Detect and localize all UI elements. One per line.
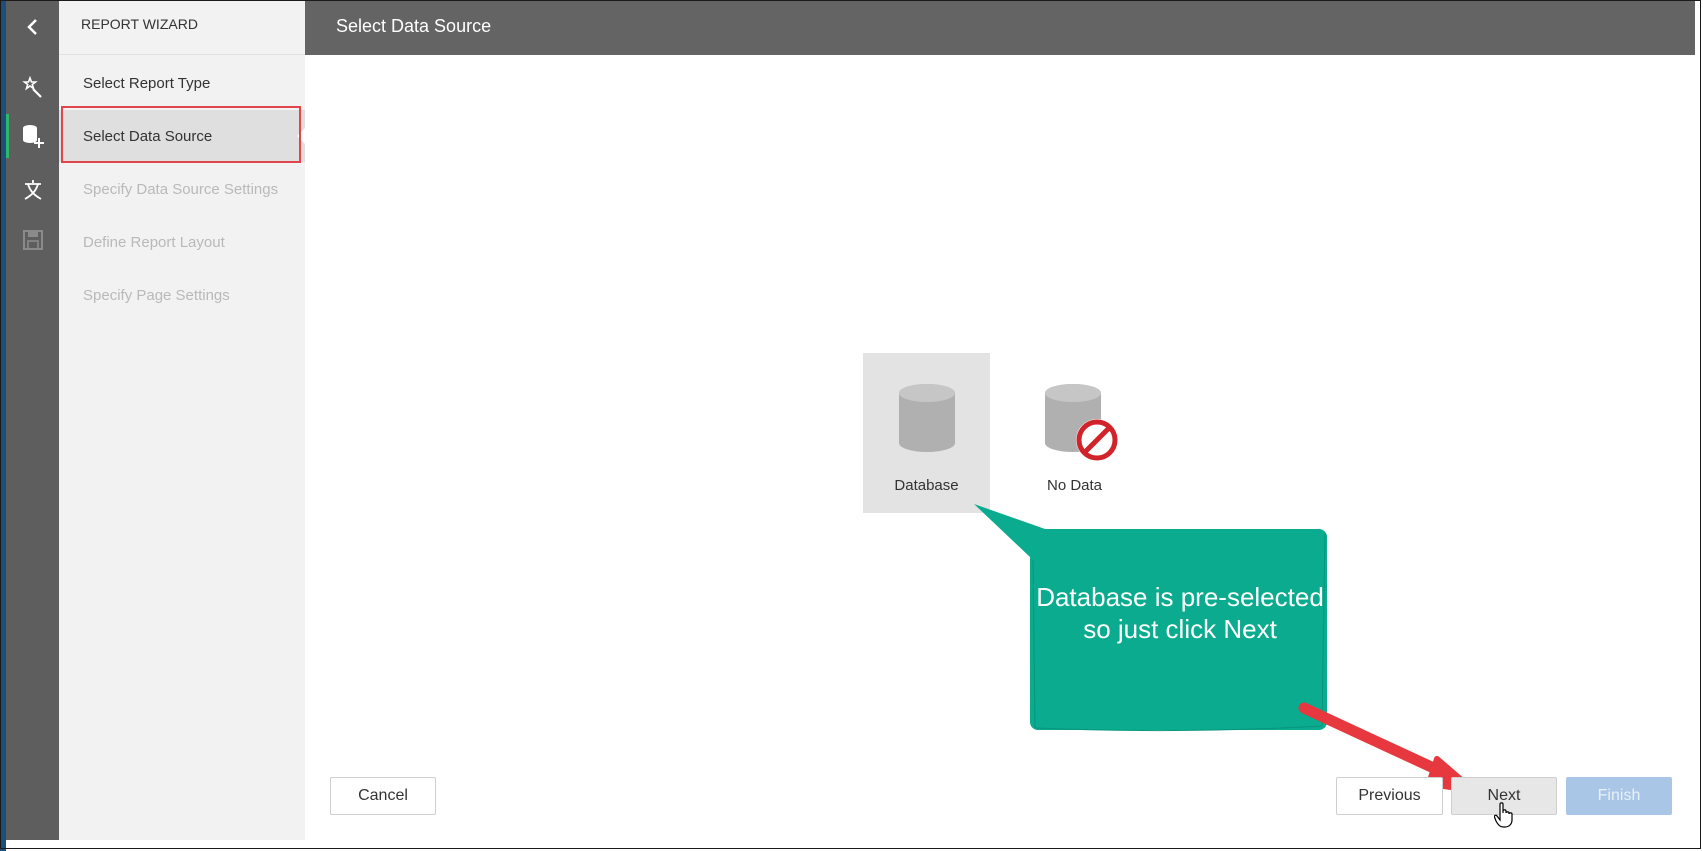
previous-button[interactable]: Previous: [1336, 777, 1443, 815]
finish-button[interactable]: Finish: [1566, 777, 1672, 815]
annotation-arrow: [1298, 702, 1476, 793]
hand-cursor-icon: [1494, 802, 1513, 828]
cancel-button[interactable]: Cancel: [330, 777, 436, 815]
